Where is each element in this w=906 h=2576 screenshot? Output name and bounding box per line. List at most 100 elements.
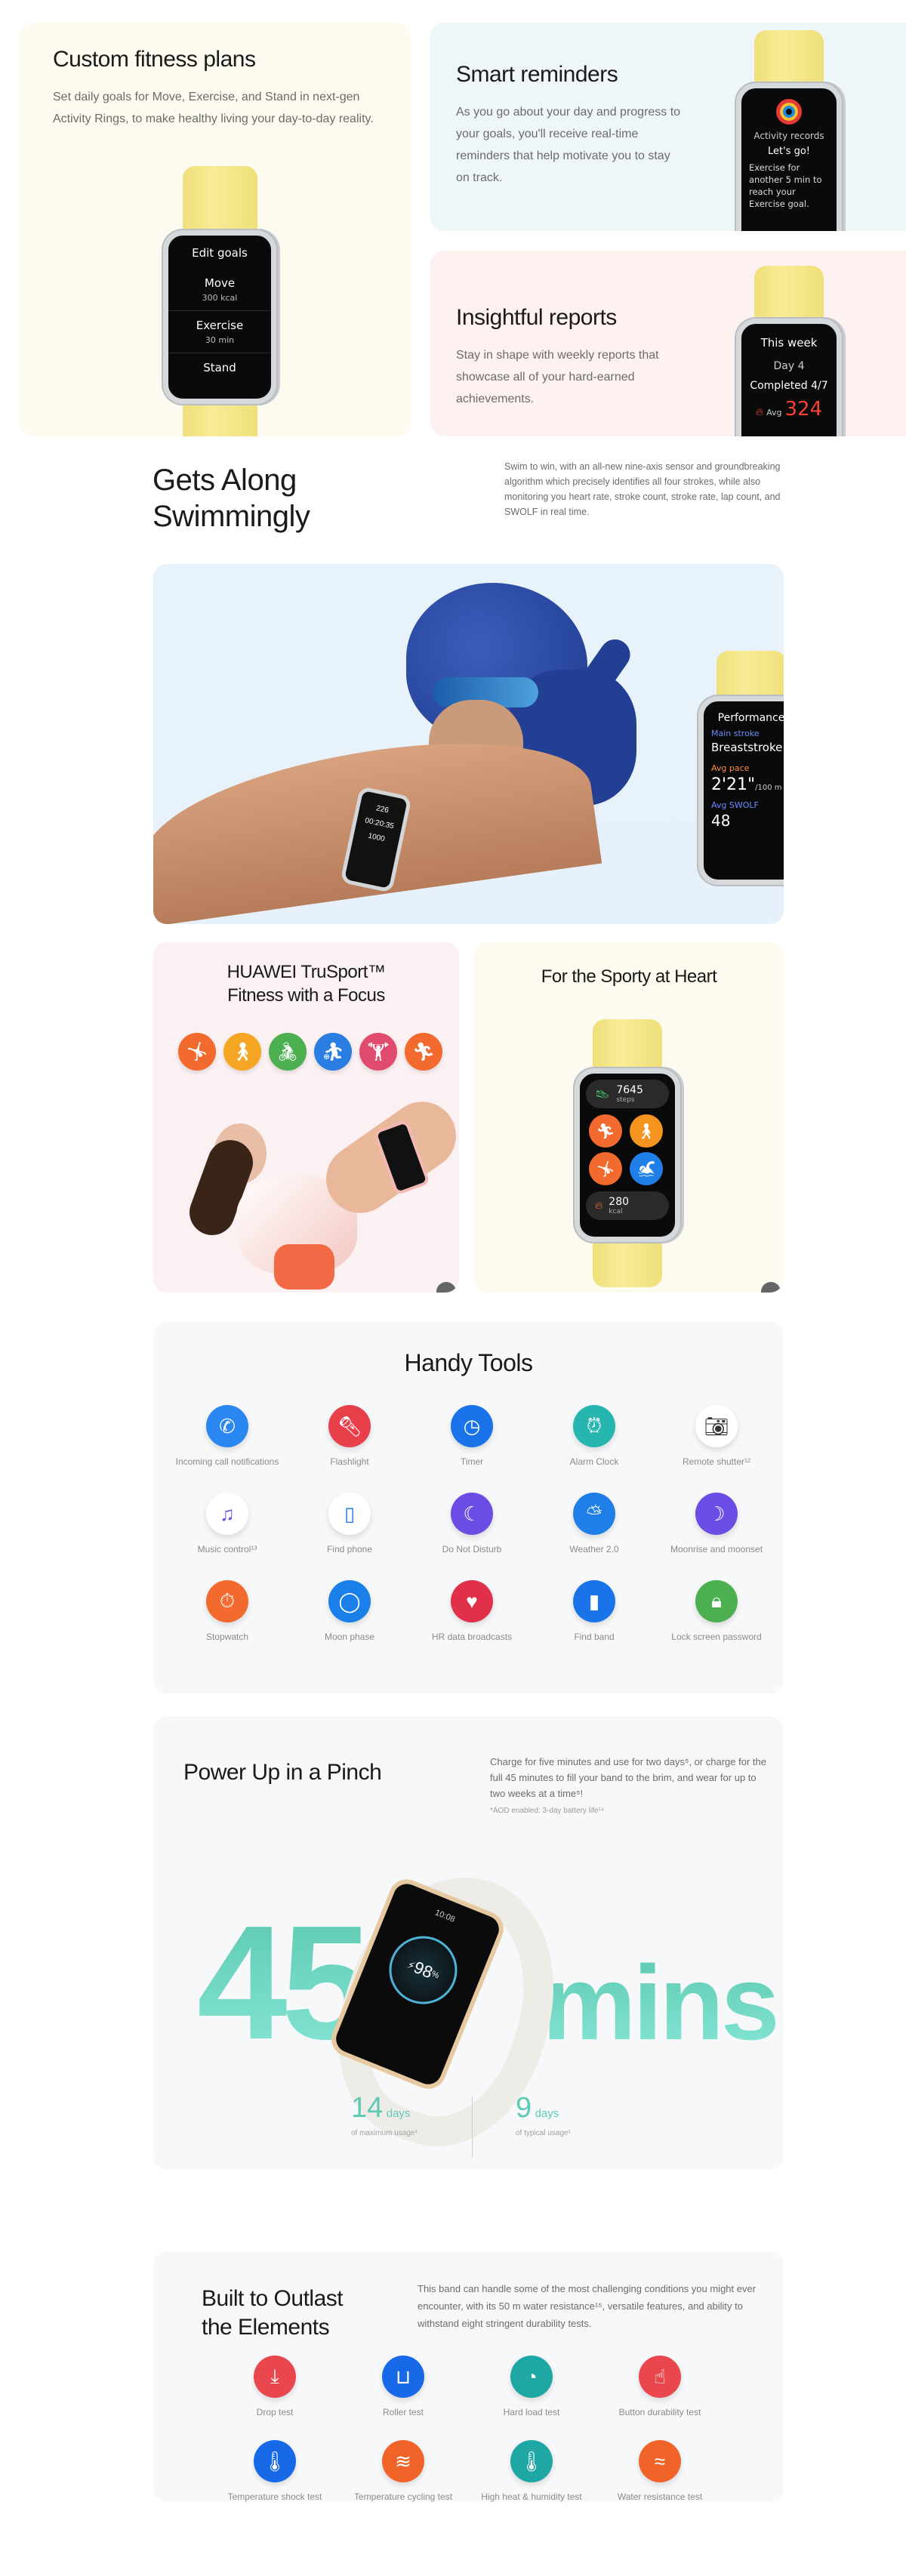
tool-item: ♥ HR data broadcasts bbox=[411, 1580, 533, 1642]
jump-rope-icon: 🤸︎ bbox=[178, 1033, 216, 1071]
title-line: Fitness with a Focus bbox=[227, 985, 385, 1006]
watch-sport-apps: 👟︎ 7645 steps 🏃︎ 🚶︎ 🤸︎ 🏊︎ 🔥︎ 280 kcal bbox=[575, 1019, 680, 1287]
wrist-value: 226 bbox=[375, 804, 390, 815]
stat-caption: of typical usage¹ bbox=[516, 2129, 571, 2137]
flashlight-icon: 🔦︎ bbox=[328, 1405, 371, 1447]
swimming-description: Swim to win, with an all-new nine-axis s… bbox=[504, 461, 781, 517]
tool-label: Hard load test bbox=[503, 2407, 560, 2417]
title-line: Built to Outlast bbox=[202, 2286, 344, 2311]
swimming-hero-image: 226 00:20:35 1000 Performance Main strok… bbox=[153, 564, 784, 924]
battery-ring: ⚡︎ 98% bbox=[378, 1925, 468, 2015]
find-phone-icon: ▯ bbox=[328, 1493, 371, 1535]
wind-icon: ≋ bbox=[382, 2440, 424, 2482]
screen-message: Exercise for another 5 min to reach your… bbox=[749, 162, 822, 209]
athlete-photo bbox=[168, 1088, 459, 1293]
moonrise-icon: ☽ bbox=[695, 1493, 738, 1535]
watch-edit-goals: Edit goals Move 300 kcal Exercise 30 min S… bbox=[163, 166, 276, 436]
card-sporty: For the Sporty at Heart 👟︎ 7645 steps 🏃︎ 🚶… bbox=[474, 942, 784, 1293]
card-insightful-reports: Insightful reports Stay in shape with we… bbox=[430, 251, 906, 436]
tool-label: Moon phase bbox=[324, 1632, 375, 1642]
tool-label: Incoming call notifications bbox=[175, 1456, 279, 1467]
stat-unit: days bbox=[386, 2107, 411, 2120]
screen-completed: Completed 4/7 bbox=[750, 380, 828, 392]
handy-tools-section: Handy Tools ✆ Incoming call notifications… bbox=[153, 1322, 784, 1693]
lock-icon: 🔒︎ bbox=[695, 1580, 738, 1622]
title-line: Swimmingly bbox=[153, 500, 310, 533]
card-title: For the Sporty at Heart bbox=[541, 966, 717, 987]
swolf-label: Avg SWOLF bbox=[711, 800, 759, 810]
card-title: HUAWEI TruSport™ Fitness with a Focus bbox=[153, 960, 459, 1007]
tool-label: Weather 2.0 bbox=[569, 1544, 619, 1555]
pace-value: 2'21" bbox=[711, 775, 756, 794]
durability-section: Built to Outlast the Elements This band … bbox=[153, 2251, 784, 2502]
weightlifting-icon: 🏋︎ bbox=[359, 1033, 397, 1071]
goal-label: Stand bbox=[203, 361, 236, 374]
screen-header: Activity records bbox=[753, 131, 824, 141]
big-unit-mins: mins bbox=[542, 1943, 780, 2062]
tool-label: Alarm Clock bbox=[569, 1456, 619, 1467]
stopwatch-icon: ⏱︎ bbox=[206, 1580, 248, 1622]
tool-label: Drop test bbox=[256, 2407, 294, 2417]
tool-item: ◯ Moon phase bbox=[288, 1580, 411, 1642]
weather-icon: ⛅︎ bbox=[573, 1493, 615, 1535]
wrist-value: 00:20:35 bbox=[364, 816, 395, 831]
button-press-icon: ☝︎ bbox=[639, 2356, 681, 2398]
cycling-icon: 🚴︎ bbox=[269, 1033, 307, 1071]
power-description: Charge for five minutes and use for two … bbox=[490, 1756, 766, 1799]
tool-item: ☾ Do Not Disturb bbox=[411, 1493, 533, 1555]
tool-label: High heat & humidity test bbox=[481, 2491, 582, 2502]
steps-pill: 👟︎ 7645 steps bbox=[586, 1080, 669, 1108]
tool-item: ⏱︎ Stopwatch bbox=[166, 1580, 288, 1642]
humidity-thermometer-icon: 🌡︎ bbox=[510, 2440, 553, 2482]
tool-item: ⛅︎ Weather 2.0 bbox=[533, 1493, 655, 1555]
tool-label: Do Not Disturb bbox=[442, 1544, 502, 1555]
elliptical-icon: ⛹︎ bbox=[314, 1033, 352, 1071]
goal-label: Exercise bbox=[196, 319, 244, 332]
avg-value: 324 bbox=[784, 398, 823, 421]
card-description: Stay in shape with weekly reports that s… bbox=[456, 349, 659, 405]
screen-header: Performance bbox=[717, 712, 784, 724]
swimming-icon: 🏊︎ bbox=[630, 1152, 663, 1185]
kcal-pill: 🔥︎ 280 kcal bbox=[586, 1191, 669, 1220]
water-icon: ≈ bbox=[639, 2440, 681, 2482]
power-section: Power Up in a Pinch Charge for five minu… bbox=[153, 1716, 784, 2170]
flame-icon: 🔥︎ bbox=[755, 406, 764, 418]
tool-item: ✆ Incoming call notifications bbox=[166, 1405, 288, 1467]
tool-label: Flashlight bbox=[330, 1456, 369, 1467]
tool-item: ⏰︎ Alarm Clock bbox=[533, 1405, 655, 1467]
info-button[interactable] bbox=[761, 1282, 781, 1293]
card-trusport: HUAWEI TruSport™ Fitness with a Focus 🤸︎… bbox=[153, 942, 459, 1293]
tool-label: Lock screen password bbox=[671, 1632, 762, 1642]
swimming-title: Gets Along Swimmingly bbox=[153, 462, 310, 535]
tool-label: Button durability test bbox=[618, 2407, 701, 2417]
stat-value: 14 bbox=[351, 2092, 384, 2124]
stat-caption: of maximum usage¹ bbox=[351, 2129, 418, 2137]
screen-header: This week bbox=[760, 336, 818, 350]
screen-header: Edit goals bbox=[192, 246, 248, 260]
card-title: Insightful reports bbox=[456, 305, 617, 330]
tool-label: Temperature shock test bbox=[227, 2491, 322, 2502]
heart-broadcast-icon: ♥ bbox=[451, 1580, 493, 1622]
goal-value: 300 kcal bbox=[202, 293, 238, 303]
tool-item: 🌡︎ Temperature shock test bbox=[211, 2440, 339, 2502]
tool-item: 🌡︎ High heat & humidity test bbox=[467, 2440, 596, 2502]
card-smart-reminders: Smart reminders As you go about your day… bbox=[430, 23, 906, 231]
wrist-value: 1000 bbox=[367, 831, 386, 844]
tools-grid: ✆ Incoming call notifications 🔦︎ Flashlight… bbox=[166, 1405, 778, 1642]
section-title: Power Up in a Pinch bbox=[183, 1760, 382, 1785]
running-icon: 🏃︎ bbox=[405, 1033, 442, 1071]
moon-phase-icon: ◯ bbox=[328, 1580, 371, 1622]
stat-unit: days bbox=[535, 2107, 559, 2120]
section-title: Handy Tools bbox=[404, 1349, 533, 1376]
card-description: Set daily goals for Move, Exercise, and … bbox=[53, 91, 374, 125]
durability-description: This band can handle some of the most ch… bbox=[418, 2283, 757, 2329]
sport-icons-row: 🤸︎ 🚶︎ 🚴︎ ⛹︎ 🏋︎ 🏃︎ bbox=[178, 1033, 442, 1071]
tool-item: 🔦︎ Flashlight bbox=[288, 1405, 411, 1467]
tool-item: ▯ Find phone bbox=[288, 1493, 411, 1555]
swolf-value: 48 bbox=[711, 812, 731, 830]
tool-item: 📷︎ Remote shutter¹² bbox=[655, 1405, 778, 1467]
tool-label: HR data broadcasts bbox=[431, 1632, 513, 1642]
camera-icon: 📷︎ bbox=[695, 1405, 738, 1447]
stat-max-usage: 14 days of maximum usage¹ bbox=[351, 2092, 457, 2137]
activity-rings-icon bbox=[776, 99, 802, 125]
